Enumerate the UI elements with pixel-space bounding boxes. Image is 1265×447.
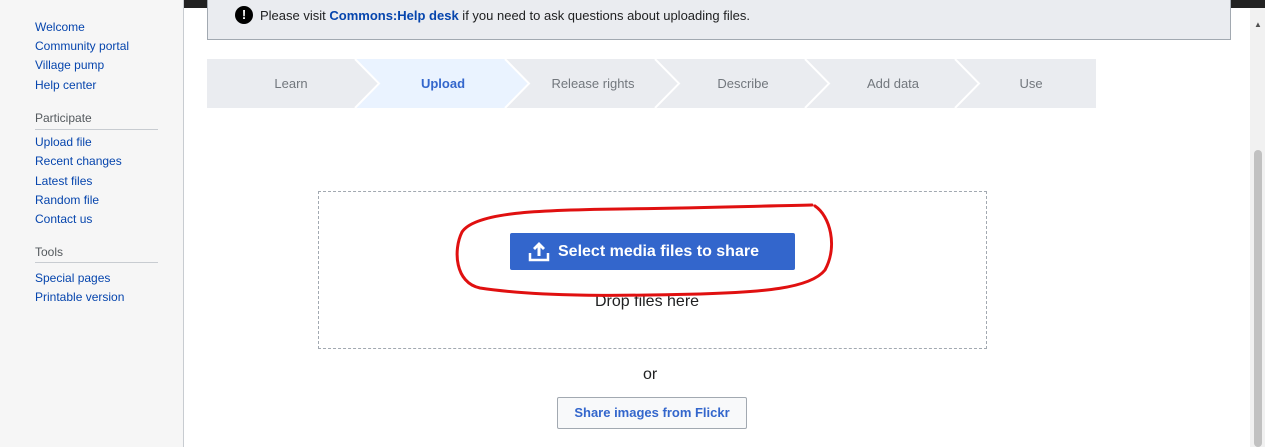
- sidebar-item-recent-changes[interactable]: Recent changes: [35, 154, 122, 168]
- select-media-files-label: Select media files to share: [558, 243, 759, 260]
- sidebar-item-welcome[interactable]: Welcome: [35, 20, 85, 34]
- help-notice: ! Please visit Commons:Help desk if you …: [207, 0, 1231, 40]
- sidebar-item-latest-files[interactable]: Latest files: [35, 174, 92, 188]
- sidebar-divider: [35, 262, 158, 263]
- sidebar-item-special-pages[interactable]: Special pages: [35, 271, 110, 285]
- scrollbar-thumb[interactable]: [1254, 150, 1262, 447]
- sidebar-item-help-center[interactable]: Help center: [35, 78, 96, 92]
- sidebar-item-upload-file[interactable]: Upload file: [35, 135, 92, 149]
- sidebar-heading-participate: Participate: [35, 111, 92, 125]
- sidebar-item-random-file[interactable]: Random file: [35, 193, 99, 207]
- exclamation-icon: !: [235, 6, 253, 24]
- sidebar-divider: [35, 129, 158, 130]
- sidebar: Welcome Community portal Village pump He…: [0, 0, 184, 447]
- sidebar-heading-tools: Tools: [35, 245, 64, 259]
- scroll-up-icon[interactable]: ▲: [1254, 20, 1262, 29]
- step-release-rights: Release rights: [551, 76, 635, 91]
- upload-icon: [528, 242, 550, 262]
- sidebar-item-contact-us[interactable]: Contact us: [35, 212, 92, 226]
- step-learn: Learn: [274, 76, 308, 91]
- sidebar-item-village-pump[interactable]: Village pump: [35, 58, 104, 72]
- drop-files-text: Drop files here: [595, 293, 700, 310]
- share-flickr-button[interactable]: Share images from Flickr: [557, 397, 747, 429]
- step-use: Use: [1019, 76, 1043, 91]
- step-upload: Upload: [420, 76, 466, 91]
- sidebar-item-community-portal[interactable]: Community portal: [35, 39, 129, 53]
- sidebar-item-printable-version[interactable]: Printable version: [35, 290, 124, 304]
- step-describe: Describe: [717, 76, 769, 91]
- select-media-files-button[interactable]: Select media files to share: [510, 233, 795, 270]
- file-drop-zone[interactable]: [318, 191, 987, 349]
- upload-steps: Learn Upload Release rights Describe Add…: [207, 59, 1096, 108]
- help-desk-link[interactable]: Commons:Help desk: [329, 8, 458, 23]
- notice-text: Please visit Commons:Help desk if you ne…: [260, 8, 750, 23]
- step-add-data: Add data: [866, 76, 920, 91]
- or-separator: or: [643, 366, 658, 383]
